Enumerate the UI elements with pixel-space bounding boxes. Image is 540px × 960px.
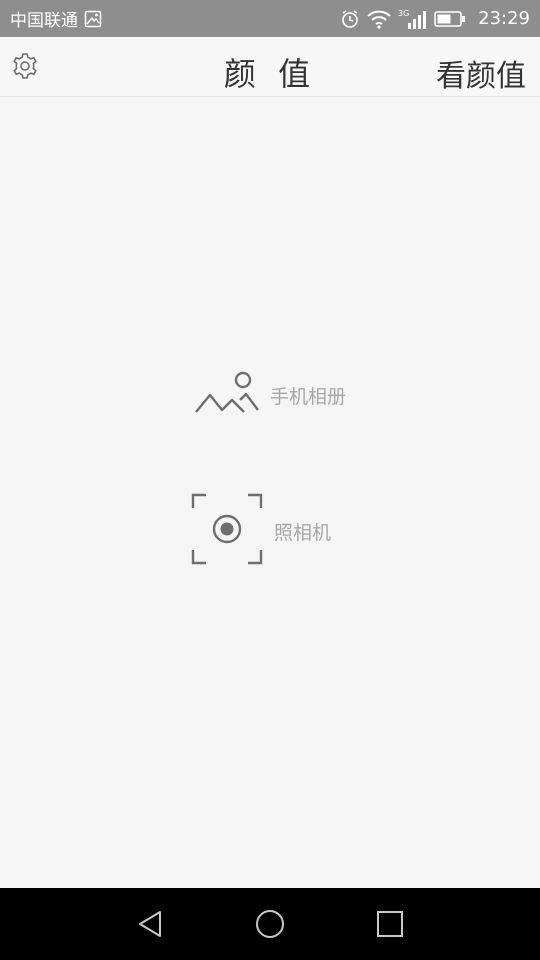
signal-icon: 3G xyxy=(398,8,428,30)
image-icon xyxy=(84,10,102,28)
navigation-bar xyxy=(0,888,540,960)
album-label: 手机相册 xyxy=(270,385,347,408)
app-header: 颜 值 看颜值 xyxy=(0,37,540,97)
camera-label: 照相机 xyxy=(274,521,332,544)
alarm-icon xyxy=(340,9,360,29)
status-time: 23:29 xyxy=(478,8,530,29)
battery-icon xyxy=(434,10,466,28)
network-type: 3G xyxy=(398,9,409,18)
view-score-button[interactable]: 看颜值 xyxy=(436,51,526,95)
recent-apps-icon xyxy=(374,911,406,944)
back-icon xyxy=(134,911,166,944)
main-content: 手机相册 照相机 xyxy=(0,98,540,888)
status-left: 中国联通 xyxy=(10,6,102,31)
album-option[interactable]: 手机相册 xyxy=(194,370,346,420)
camera-icon xyxy=(190,492,264,570)
status-right: 3G 23:29 xyxy=(340,8,530,30)
wifi-icon xyxy=(366,9,392,29)
home-button[interactable] xyxy=(254,908,286,940)
camera-option[interactable]: 照相机 xyxy=(190,492,331,570)
recent-apps-button[interactable] xyxy=(374,908,406,940)
status-bar: 中国联通 3G 23:29 xyxy=(0,0,540,37)
back-button[interactable] xyxy=(134,908,166,940)
home-icon xyxy=(254,910,286,944)
gallery-icon xyxy=(194,370,260,420)
carrier-name: 中国联通 xyxy=(10,11,78,31)
